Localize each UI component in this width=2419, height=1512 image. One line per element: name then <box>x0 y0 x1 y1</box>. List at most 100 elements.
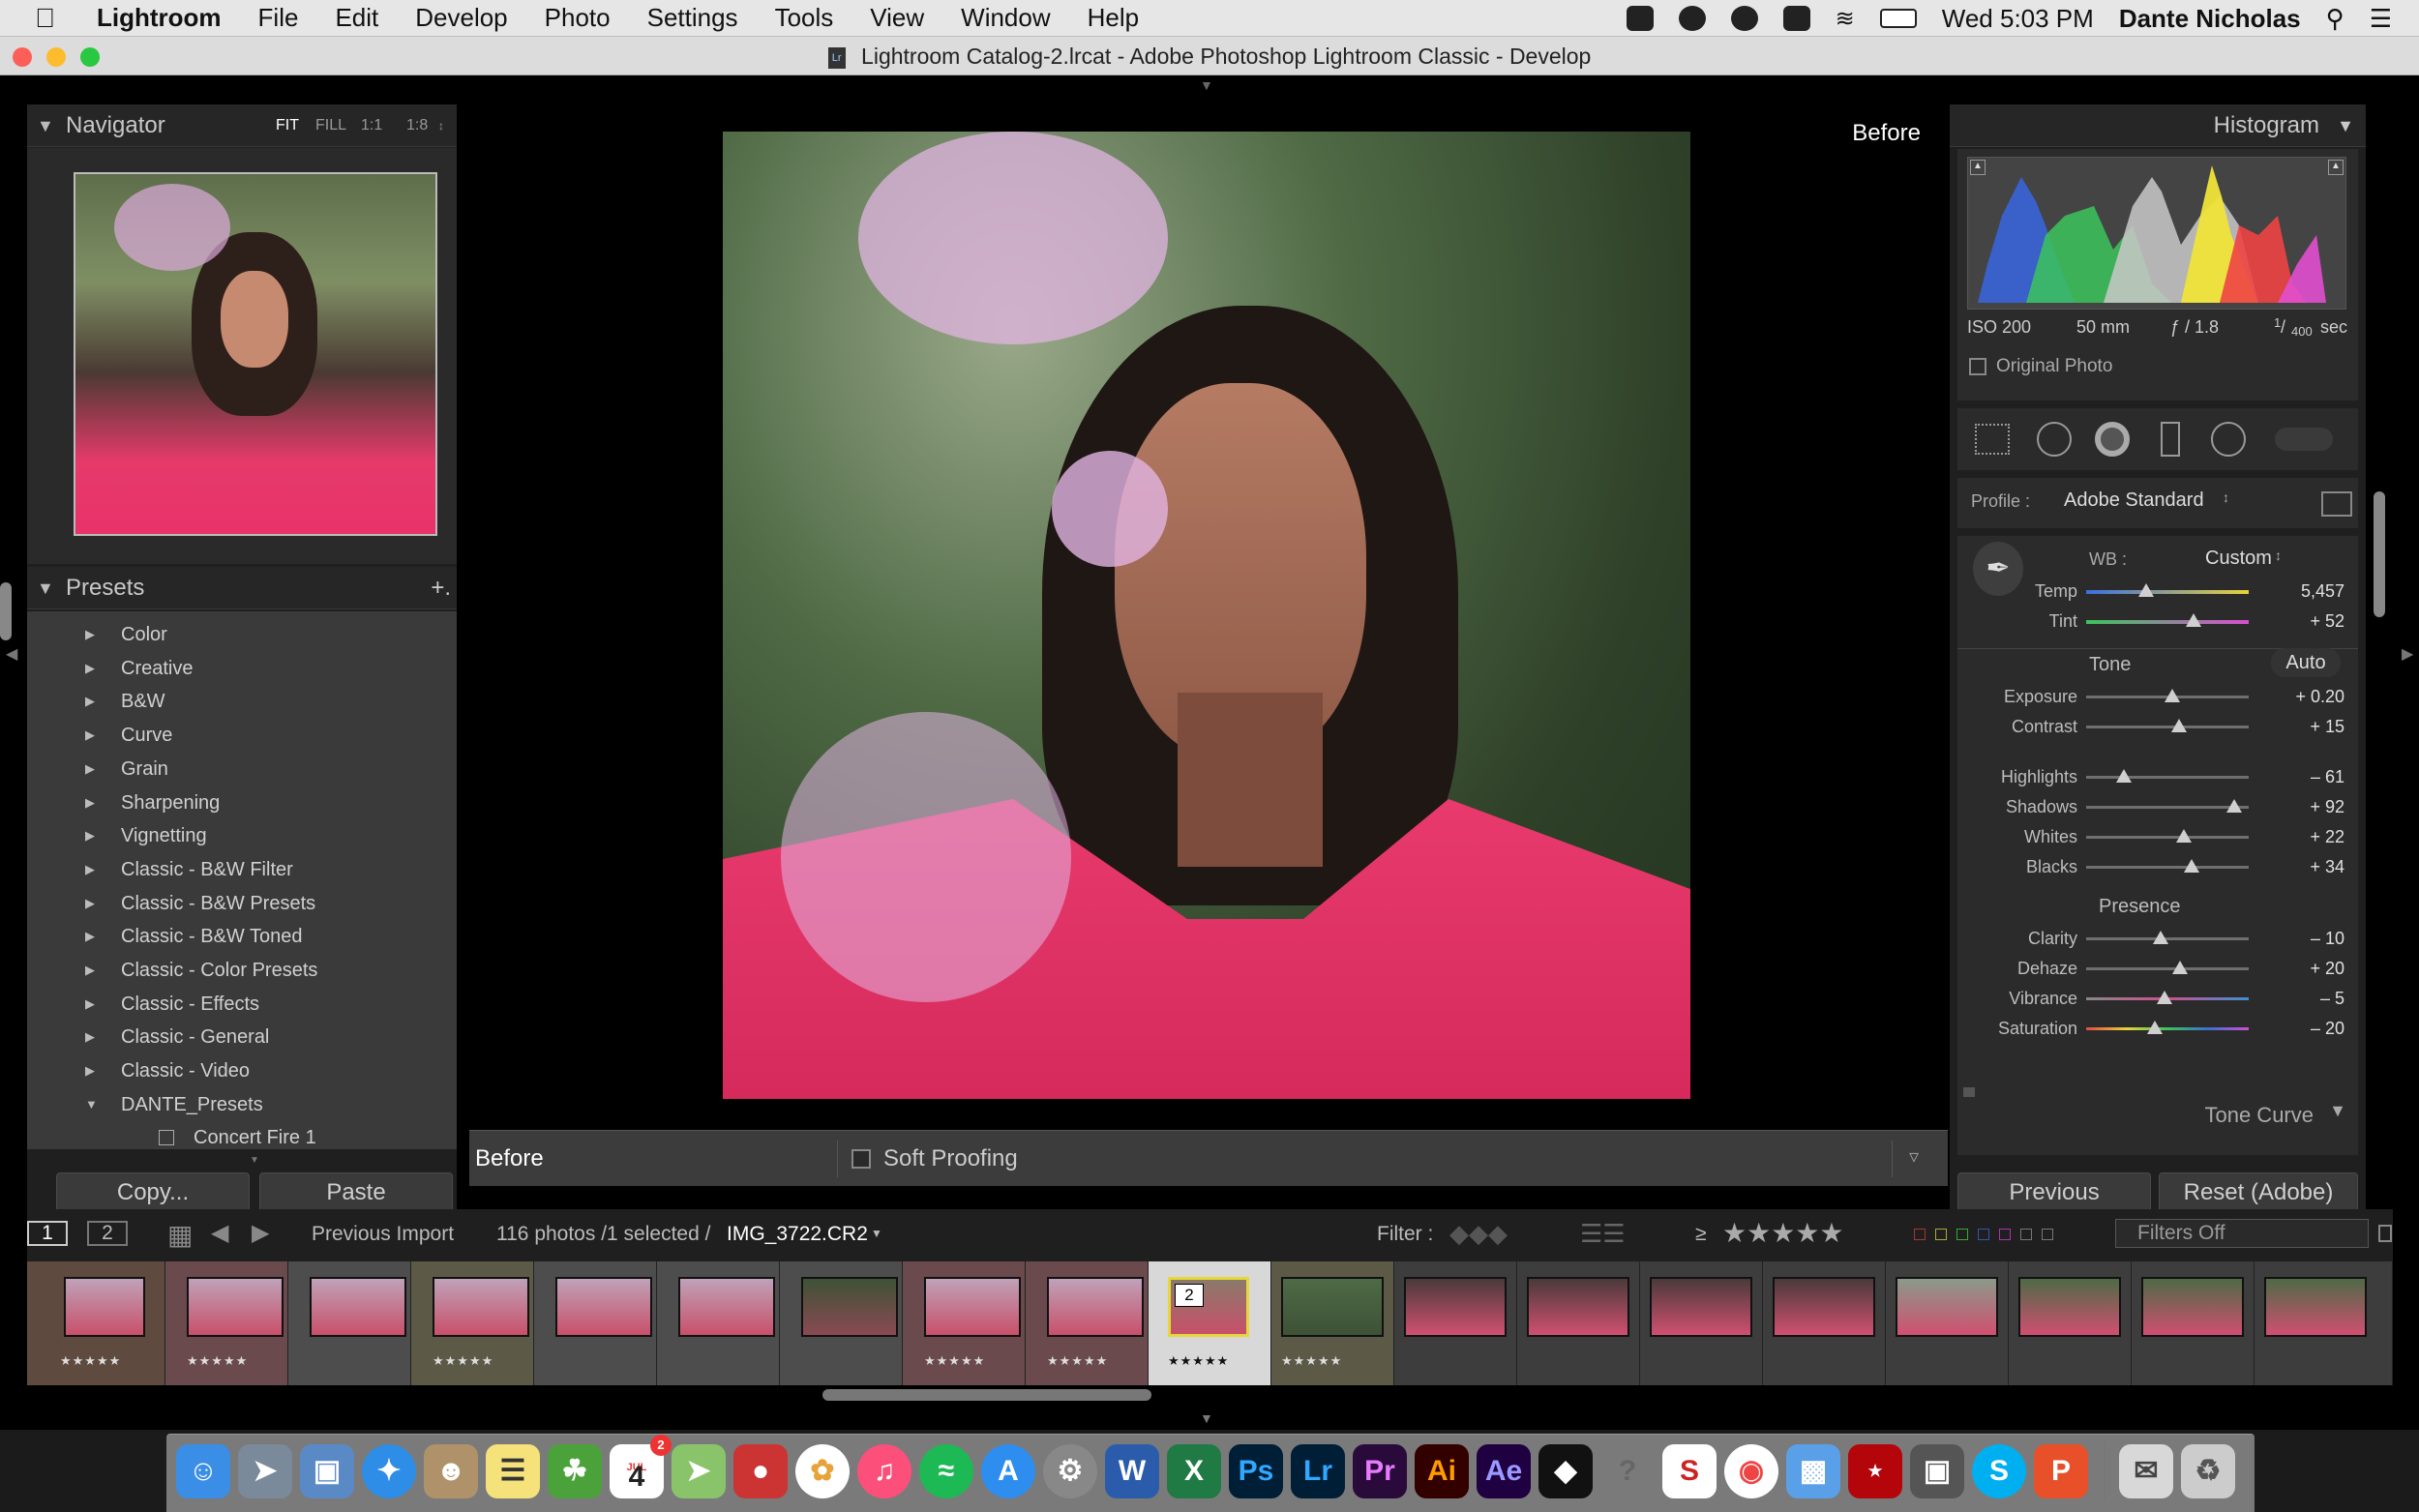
thumbnail-rating-stars[interactable]: ★★★★★ <box>1168 1353 1229 1369</box>
temp-slider-handle[interactable] <box>2138 583 2155 597</box>
collapse-triangle-icon[interactable]: ▼ <box>85 1088 98 1121</box>
purple-label-filter[interactable] <box>1999 1229 2011 1240</box>
preset-group-item[interactable]: ▶ Color <box>27 618 457 651</box>
exposure-slider-handle[interactable] <box>2165 689 2181 702</box>
thumbnail-image[interactable] <box>2141 1277 2244 1337</box>
safari-icon[interactable]: ✦ <box>362 1444 416 1498</box>
trash-icon[interactable]: ♻ <box>2181 1444 2235 1498</box>
zoom-fit-option[interactable]: FIT <box>276 104 299 147</box>
thumbnail-image[interactable] <box>1773 1277 1875 1337</box>
no-label-filter[interactable] <box>2042 1229 2053 1240</box>
thumbnail-image[interactable] <box>1281 1277 1384 1337</box>
preset-group-item[interactable]: ▶ Classic - Effects <box>27 988 457 1021</box>
bottom-panel-toggle-icon[interactable]: ▼ <box>1200 1410 1213 1426</box>
calendar-icon[interactable]: JUL 4 2 <box>610 1435 672 1498</box>
shadows-slider-handle[interactable] <box>2225 799 2242 813</box>
expand-triangle-icon[interactable]: ▶ <box>85 652 95 685</box>
crop-tool-icon[interactable] <box>1975 424 2010 455</box>
filter-lock-icon[interactable] <box>2378 1225 2392 1242</box>
left-panel-scrollbar[interactable] <box>0 582 12 640</box>
excel-icon[interactable]: X <box>1167 1444 1221 1498</box>
filmstrip-thumbnail[interactable] <box>534 1261 657 1385</box>
thumbnail-rating-stars[interactable]: ★★★★★ <box>433 1353 493 1369</box>
presentation-app-icon[interactable]: P <box>2034 1444 2088 1498</box>
rating-filter-operator[interactable]: ≥ <box>1695 1223 1707 1246</box>
expand-triangle-icon[interactable]: ▶ <box>85 920 95 953</box>
expand-triangle-icon[interactable]: ▶ <box>85 618 95 651</box>
zoom-window-button[interactable] <box>80 47 100 67</box>
tone-curve-header[interactable]: Tone Curve <box>2204 1103 2314 1128</box>
auto-tone-button[interactable]: Auto <box>2271 648 2341 677</box>
red-label-filter[interactable] <box>1914 1229 1926 1240</box>
shadows-slider-row[interactable]: Shadows + 92 <box>1957 792 2358 821</box>
minimize-window-button[interactable] <box>46 47 66 67</box>
navigator-header[interactable]: ▼ Navigator FIT FILL 1:1 1:8 ↕ <box>27 104 457 147</box>
grid-view-icon[interactable]: ▦ <box>167 1219 193 1251</box>
thumbnail-image[interactable] <box>924 1277 1021 1337</box>
filters-off-dropdown[interactable]: Filters Off <box>2115 1219 2369 1248</box>
copy-settings-button[interactable]: Copy... <box>56 1172 250 1213</box>
filmstrip-thumbnail[interactable] <box>1886 1261 2009 1385</box>
exposure-slider-row[interactable]: Exposure + 0.20 <box>1957 682 2358 711</box>
saturation-slider-track[interactable] <box>2086 1027 2249 1030</box>
preset-group-item[interactable]: ▶ Vignetting <box>27 819 457 852</box>
user-name[interactable]: Dante Nicholas <box>2119 4 2301 34</box>
filmstrip-thumbnail[interactable] <box>1640 1261 1763 1385</box>
close-window-button[interactable] <box>13 47 32 67</box>
zoom-1-1-option[interactable]: 1:1 <box>361 104 382 147</box>
whites-value[interactable]: + 22 <box>2267 822 2344 851</box>
thumbnail-image[interactable] <box>433 1277 529 1337</box>
selected-filename[interactable]: IMG_3722.CR2 <box>727 1223 868 1246</box>
edit-filter-icons[interactable]: ☰☰ <box>1580 1219 1626 1249</box>
expand-triangle-icon[interactable]: ▶ <box>85 753 95 786</box>
preset-group-item[interactable]: ▶ Classic - General <box>27 1021 457 1053</box>
profile-dropdown[interactable]: Adobe Standard <box>2064 489 2204 512</box>
word-icon[interactable]: W <box>1105 1444 1159 1498</box>
collapse-triangle-icon[interactable]: ▼ <box>2337 104 2354 147</box>
blacks-value[interactable]: + 34 <box>2267 852 2344 881</box>
after-effects-icon[interactable]: Ae <box>1477 1444 1531 1498</box>
thumbnail-rating-stars[interactable]: ★★★★★ <box>1281 1353 1342 1369</box>
thumbnail-image[interactable] <box>1404 1277 1507 1337</box>
filmstrip-thumbnail[interactable] <box>657 1261 780 1385</box>
preset-group-item[interactable]: ▶ Classic - B&W Toned <box>27 920 457 953</box>
menu-develop[interactable]: Develop <box>415 3 507 33</box>
expand-triangle-icon[interactable]: ▶ <box>85 685 95 718</box>
clarity-slider-row[interactable]: Clarity – 10 <box>1957 924 2358 953</box>
tint-slider-row[interactable]: Tint + 52 <box>1957 607 2358 636</box>
filmstrip-thumbnail[interactable] <box>2255 1261 2393 1385</box>
thumbnail-image[interactable] <box>1047 1277 1144 1337</box>
shadow-clipping-icon[interactable]: ▲ <box>1970 160 1986 175</box>
screenshot-icon[interactable]: ▣ <box>1910 1444 1964 1498</box>
zoom-1-8-option[interactable]: 1:8 <box>406 104 428 147</box>
filmstrip-thumbnail[interactable]: ★★★★★ <box>1026 1261 1149 1385</box>
expand-triangle-icon[interactable]: ▶ <box>85 887 95 920</box>
dehaze-value[interactable]: + 20 <box>2267 954 2344 983</box>
temp-value[interactable]: 5,457 <box>2267 577 2344 606</box>
highlight-clipping-icon[interactable]: ▲ <box>2328 160 2344 175</box>
filmstrip-thumbnail[interactable] <box>1394 1261 1517 1385</box>
zoom-dropdown-icon[interactable]: ↕ <box>438 104 444 147</box>
filename-dropdown-icon[interactable]: ▼ <box>871 1227 882 1240</box>
highlights-slider-row[interactable]: Highlights – 61 <box>1957 762 2358 791</box>
main-window-button[interactable]: 1 <box>27 1221 68 1246</box>
expand-triangle-icon[interactable]: ▶ <box>85 719 95 752</box>
preset-group-item[interactable]: ▶ Classic - Video <box>27 1054 457 1087</box>
thumbnail-rating-stars[interactable]: ★★★★★ <box>60 1353 121 1369</box>
blue-label-filter[interactable] <box>1978 1229 1989 1240</box>
thumbnail-image[interactable] <box>1527 1277 1629 1337</box>
green-label-filter[interactable] <box>1956 1229 1968 1240</box>
filmstrip-thumbnail[interactable]: ★★★★★ <box>411 1261 534 1385</box>
filmstrip-thumbnail[interactable] <box>2009 1261 2132 1385</box>
paste-settings-button[interactable]: Paste <box>259 1172 453 1213</box>
other-label-filter[interactable] <box>2020 1229 2032 1240</box>
premiere-icon[interactable]: Pr <box>1353 1444 1407 1498</box>
expand-triangle-icon[interactable]: ▶ <box>85 819 95 852</box>
illustrator-icon[interactable]: Ai <box>1415 1444 1469 1498</box>
filmstrip-thumbnail[interactable] <box>780 1261 903 1385</box>
preset-item[interactable]: Concert Fire 1 <box>27 1121 457 1149</box>
preset-group-item[interactable]: ▶ Classic - B&W Filter <box>27 853 457 886</box>
top-panel-toggle-icon[interactable]: ▼ <box>1200 77 1213 93</box>
preset-group-item[interactable]: ▶ B&W <box>27 685 457 718</box>
menu-help[interactable]: Help <box>1088 3 1139 33</box>
